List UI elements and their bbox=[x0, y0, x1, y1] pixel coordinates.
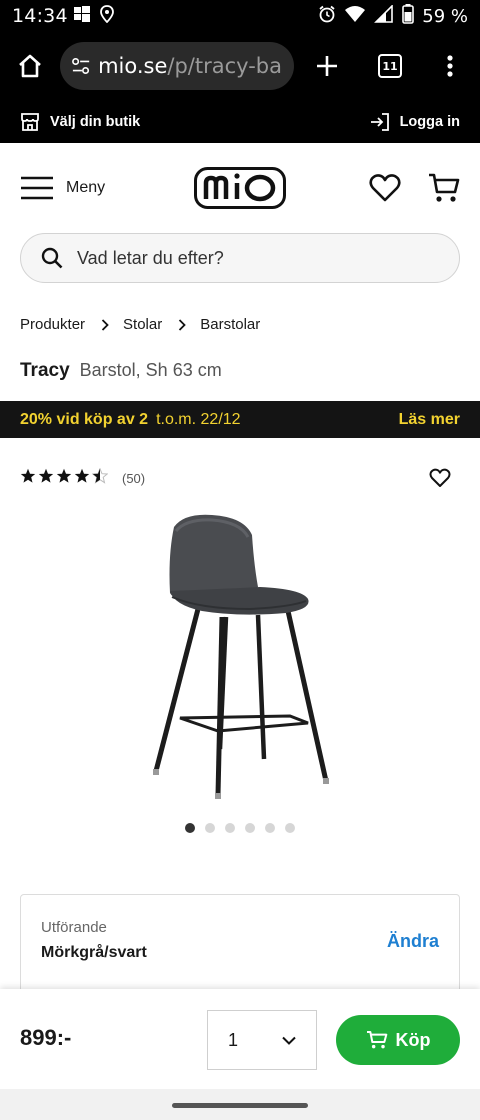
url-text: mio.se/p/tracy-ba bbox=[98, 54, 282, 78]
product-name: Tracy bbox=[20, 360, 70, 381]
heart-icon bbox=[369, 174, 401, 202]
hamburger-icon bbox=[21, 176, 53, 200]
change-variant-link[interactable]: Ändra bbox=[387, 931, 439, 952]
location-icon bbox=[99, 4, 114, 28]
breadcrumb-item-barstolar[interactable]: Barstolar bbox=[200, 316, 260, 333]
home-button[interactable] bbox=[0, 53, 60, 79]
carousel-dot[interactable] bbox=[285, 823, 295, 833]
carousel-dot[interactable] bbox=[205, 823, 215, 833]
cart-button[interactable] bbox=[428, 172, 460, 209]
chevron-right-icon bbox=[101, 318, 109, 331]
tab-switcher-button[interactable]: 11 bbox=[360, 54, 420, 78]
cart-icon bbox=[366, 1031, 387, 1049]
add-to-wishlist-button[interactable] bbox=[429, 468, 451, 493]
star-icon bbox=[74, 468, 90, 489]
site-settings-icon[interactable] bbox=[72, 57, 90, 75]
search-input[interactable]: Vad letar du efter? bbox=[77, 248, 224, 269]
browser-toolbar: mio.se/p/tracy-ba 11 bbox=[0, 32, 480, 100]
image-carousel-dots bbox=[185, 823, 295, 833]
address-bar[interactable]: mio.se/p/tracy-ba bbox=[60, 42, 294, 90]
menu-label: Meny bbox=[66, 179, 106, 196]
choose-store-label: Välj din butik bbox=[50, 113, 141, 130]
review-count: (50) bbox=[122, 471, 146, 486]
home-icon bbox=[19, 54, 41, 78]
promo-read-more-link[interactable]: Läs mer bbox=[399, 411, 460, 429]
plus-icon bbox=[317, 56, 337, 76]
breadcrumb-item-stolar[interactable]: Stolar bbox=[123, 316, 162, 333]
product-rating[interactable]: (50) bbox=[20, 467, 146, 489]
product-description: Barstol, Sh 63 cm bbox=[79, 360, 222, 380]
search-icon bbox=[41, 247, 63, 269]
star-icon bbox=[38, 468, 54, 489]
variant-selector: Utförande Mörkgrå/svart Ändra bbox=[20, 894, 460, 1004]
login-label: Logga in bbox=[399, 113, 460, 130]
store-icon bbox=[21, 112, 39, 131]
promo-banner: 20% vid köp av 2 t.o.m. 22/12 Läs mer bbox=[0, 401, 480, 438]
mio-logo[interactable] bbox=[194, 167, 286, 214]
breadcrumb: Produkter Stolar Barstolar bbox=[20, 316, 260, 333]
windows-icon bbox=[73, 5, 90, 27]
status-time: 14:34 bbox=[12, 5, 68, 27]
chevron-right-icon bbox=[178, 318, 187, 331]
variant-value: Mörkgrå/svart bbox=[41, 944, 147, 961]
carousel-dot[interactable] bbox=[245, 823, 255, 833]
buy-label: Köp bbox=[395, 1029, 431, 1050]
store-bar: Välj din butik Logga in bbox=[0, 100, 480, 143]
page: 14:34 59 % mio.se/p/tracy-ba 11 Välj din… bbox=[0, 0, 480, 1120]
login-link[interactable]: Logga in bbox=[370, 112, 460, 131]
menu-button[interactable]: Meny bbox=[20, 176, 105, 200]
product-title: Tracy Barstol, Sh 63 cm bbox=[20, 360, 222, 382]
status-bar: 14:34 59 % bbox=[0, 0, 480, 32]
site-header: Meny bbox=[0, 143, 480, 233]
heart-icon bbox=[429, 468, 451, 487]
chevron-down-icon bbox=[282, 1036, 296, 1045]
purchase-bar: 899:- 1 Köp bbox=[0, 989, 480, 1089]
quantity-select[interactable]: 1 bbox=[207, 1010, 317, 1070]
carousel-dot[interactable] bbox=[225, 823, 235, 833]
login-icon bbox=[370, 112, 389, 131]
variant-label: Utförande bbox=[41, 919, 107, 936]
alarm-icon bbox=[318, 5, 336, 28]
promo-until: t.o.m. 22/12 bbox=[156, 410, 241, 428]
price: 899:- bbox=[20, 1025, 72, 1050]
more-vert-icon bbox=[447, 55, 453, 77]
choose-store-link[interactable]: Välj din butik bbox=[20, 112, 140, 132]
star-half-icon bbox=[91, 467, 109, 489]
wifi-icon bbox=[344, 5, 366, 28]
gesture-handle[interactable] bbox=[172, 1103, 308, 1108]
system-nav-bar bbox=[0, 1089, 480, 1120]
new-tab-button[interactable] bbox=[294, 54, 360, 78]
star-icon bbox=[56, 468, 72, 489]
breadcrumb-item-produkter[interactable]: Produkter bbox=[20, 316, 85, 333]
product-image[interactable] bbox=[140, 505, 340, 805]
carousel-dot[interactable] bbox=[265, 823, 275, 833]
tab-count: 11 bbox=[378, 54, 402, 78]
carousel-dot[interactable] bbox=[185, 823, 195, 833]
buy-button[interactable]: Köp bbox=[336, 1015, 460, 1065]
signal-icon bbox=[374, 3, 394, 28]
star-icon bbox=[20, 468, 36, 489]
favorites-button[interactable] bbox=[369, 173, 401, 208]
quantity-value: 1 bbox=[228, 1029, 239, 1050]
search-bar[interactable]: Vad letar du efter? bbox=[20, 233, 460, 283]
promo-text: 20% vid köp av 2 bbox=[20, 410, 149, 428]
cart-icon bbox=[429, 173, 460, 202]
browser-menu-button[interactable] bbox=[420, 55, 480, 77]
battery-icon bbox=[402, 3, 415, 29]
battery-percent: 59 % bbox=[422, 5, 468, 27]
